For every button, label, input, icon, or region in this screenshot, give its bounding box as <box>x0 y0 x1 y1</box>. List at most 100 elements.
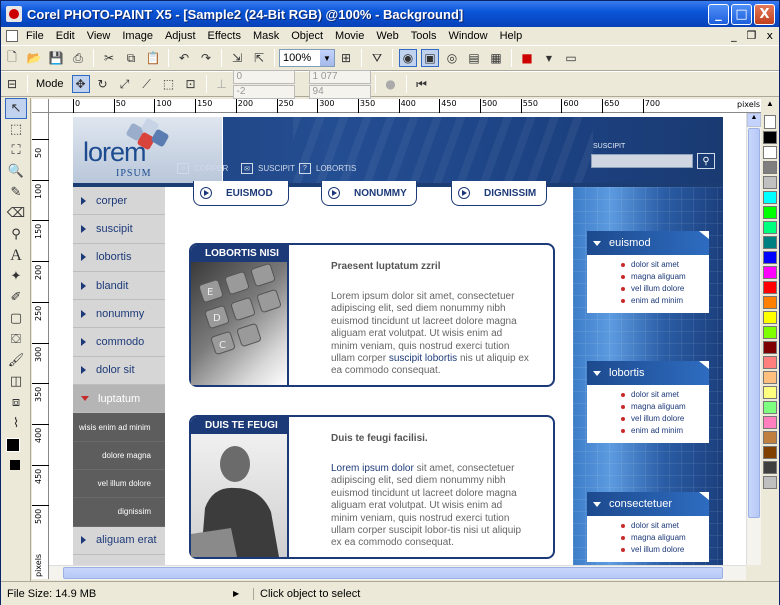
zoom-combo[interactable]: 100% ▼ <box>279 49 335 67</box>
mask-overlay-icon[interactable]: ◉ <box>399 49 417 67</box>
import-icon[interactable]: ⇲ <box>228 49 246 67</box>
menu-window[interactable]: Window <box>442 30 493 42</box>
copy-icon[interactable]: ⧉ <box>122 49 140 67</box>
path-tool-icon[interactable]: ⌇ <box>5 413 27 434</box>
print-icon[interactable]: ⎙ <box>69 49 87 67</box>
cut-icon[interactable]: ✂ <box>100 49 118 67</box>
bitmap-icon[interactable]: ▤ <box>465 49 483 67</box>
effect-tool-icon[interactable]: ✐ <box>5 287 27 308</box>
launcher-dropdown-icon[interactable]: ▼ <box>540 49 558 67</box>
paste-icon[interactable]: 📋 <box>144 49 162 67</box>
right-box-link[interactable]: dolor sit amet <box>621 520 709 532</box>
pick-options-icon[interactable]: ⊟ <box>3 75 21 93</box>
close-button[interactable]: X <box>754 4 775 25</box>
card-link[interactable]: suscipit lobortis <box>389 353 457 364</box>
new-document-icon[interactable]: 🗋 <box>3 49 21 67</box>
object-marquee-icon[interactable]: ▣ <box>421 49 439 67</box>
text-tool-icon[interactable]: A <box>5 245 27 266</box>
menu-movie[interactable]: Movie <box>329 30 370 42</box>
position-x-field[interactable]: 0 <box>232 69 295 84</box>
color-swatch[interactable] <box>763 281 777 294</box>
transparency-tool-icon[interactable]: ◫ <box>5 371 27 392</box>
sidebar-item-aliguam-erat[interactable]: aliguam erat <box>73 527 165 555</box>
color-control[interactable] <box>1 438 30 474</box>
color-swatch[interactable] <box>763 326 777 339</box>
perspective-mode-icon[interactable]: ⊡ <box>182 75 200 93</box>
menu-help[interactable]: Help <box>494 30 529 42</box>
menu-object[interactable]: Object <box>285 30 329 42</box>
color-swatch[interactable] <box>763 311 777 324</box>
zoom-tool-icon[interactable]: 🔍 <box>5 161 27 182</box>
doc-restore-button[interactable]: ❐ <box>747 29 757 42</box>
doc-minimize-button[interactable]: _ <box>731 29 737 42</box>
vertical-ruler[interactable]: 50 100 150 200 250 300 350 400 450 500 pixels <box>32 113 49 579</box>
color-swatch[interactable] <box>763 131 777 144</box>
sidebar-item-luptatum[interactable]: luptatum <box>73 385 165 414</box>
maximize-button[interactable]: □ <box>731 4 752 25</box>
menu-edit[interactable]: Edit <box>50 30 81 42</box>
color-swatch[interactable] <box>763 221 777 234</box>
rectangle-tool-icon[interactable]: ▢ <box>5 308 27 329</box>
color-swatch[interactable] <box>763 236 777 249</box>
color-swatch[interactable] <box>763 296 777 309</box>
right-box-link[interactable]: vel illum dolore <box>621 544 709 556</box>
tab-dignissim[interactable]: DIGNISSIM <box>451 181 547 206</box>
tab-nonummy[interactable]: NONUMMY <box>321 181 417 206</box>
menu-web[interactable]: Web <box>370 30 404 42</box>
right-box-link[interactable]: magna aliguam <box>621 401 709 413</box>
mask-tool-icon[interactable]: ⬚ <box>5 119 27 140</box>
no-color-swatch[interactable] <box>764 115 776 129</box>
color-swatch[interactable] <box>763 476 777 489</box>
corel-connect-icon[interactable]: ⛛ <box>368 49 386 67</box>
search-icon[interactable]: ⚲ <box>697 153 715 169</box>
scroll-thumb[interactable] <box>63 567 723 579</box>
lens-icon[interactable]: ◎ <box>443 49 461 67</box>
palette-scroll-up-icon[interactable]: ▲ <box>761 99 779 115</box>
right-box-header[interactable]: consectetuer <box>587 492 709 516</box>
sidebar-item-blandit[interactable]: blandit <box>73 272 165 301</box>
right-box-link[interactable]: enim ad minim <box>621 295 709 307</box>
menu-file[interactable]: File <box>20 30 50 42</box>
color-swatch[interactable] <box>763 386 777 399</box>
redo-icon[interactable]: ↷ <box>197 49 215 67</box>
color-swatch[interactable] <box>763 431 777 444</box>
reset-transform-icon[interactable]: ⏮ <box>413 75 431 93</box>
top-link-suscipit[interactable]: ✉ SUSCIPIT <box>241 163 295 174</box>
top-link-corper[interactable]: ⌂ CORPER <box>177 163 228 174</box>
paint-color[interactable] <box>10 460 20 470</box>
sidebar-subitem[interactable]: dolore magna <box>73 441 165 470</box>
card-link[interactable]: Lorem ipsum dolor <box>331 463 414 474</box>
launcher-icon[interactable]: ■ <box>518 49 536 67</box>
hide-show-icon[interactable]: ▦ <box>487 49 505 67</box>
sidebar-subitem[interactable]: vel illum dolore <box>73 469 165 499</box>
eraser-tool-icon[interactable]: ⌫ <box>5 203 27 224</box>
color-swatch[interactable] <box>763 176 777 189</box>
undo-icon[interactable]: ↶ <box>175 49 193 67</box>
color-swatch[interactable] <box>763 146 777 159</box>
sidebar-item-lobortis[interactable]: lobortis <box>73 244 165 272</box>
right-box-header[interactable]: euismod <box>587 231 709 255</box>
sidebar-item-dolor-sit[interactable]: dolor sit <box>73 357 165 386</box>
export-icon[interactable]: ⇱ <box>250 49 268 67</box>
scroll-thumb[interactable] <box>748 128 760 518</box>
tab-euismod[interactable]: EUISMOD <box>193 181 289 206</box>
scroll-up-icon[interactable]: ▲ <box>747 113 761 127</box>
menu-tools[interactable]: Tools <box>405 30 443 42</box>
right-box-link[interactable]: magna aliguam <box>621 532 709 544</box>
status-flyout-icon[interactable]: ▶ <box>233 589 253 598</box>
crop-tool-icon[interactable]: ⛶ <box>5 140 27 161</box>
corel-app-icon[interactable] <box>6 6 22 22</box>
right-box-header[interactable]: lobortis <box>587 361 709 385</box>
right-box-link[interactable]: vel illum dolore <box>621 413 709 425</box>
redeye-tool-icon[interactable]: ⚲ <box>5 224 27 245</box>
sidebar-item-corper[interactable]: corper <box>73 187 165 216</box>
color-swatch[interactable] <box>763 416 777 429</box>
search-input[interactable] <box>591 154 693 168</box>
menu-mask[interactable]: Mask <box>247 30 285 42</box>
ruler-corner[interactable] <box>32 99 49 113</box>
position-y-field[interactable]: -2 <box>232 84 295 99</box>
welcome-screen-icon[interactable]: ▭ <box>562 49 580 67</box>
right-box-link[interactable]: enim ad minim <box>621 425 709 437</box>
canvas[interactable]: lorem IPSUM ⌂ CORPER ✉ SUSCIPIT ? LOBORTIS … <box>49 113 746 565</box>
color-swatch[interactable] <box>763 341 777 354</box>
